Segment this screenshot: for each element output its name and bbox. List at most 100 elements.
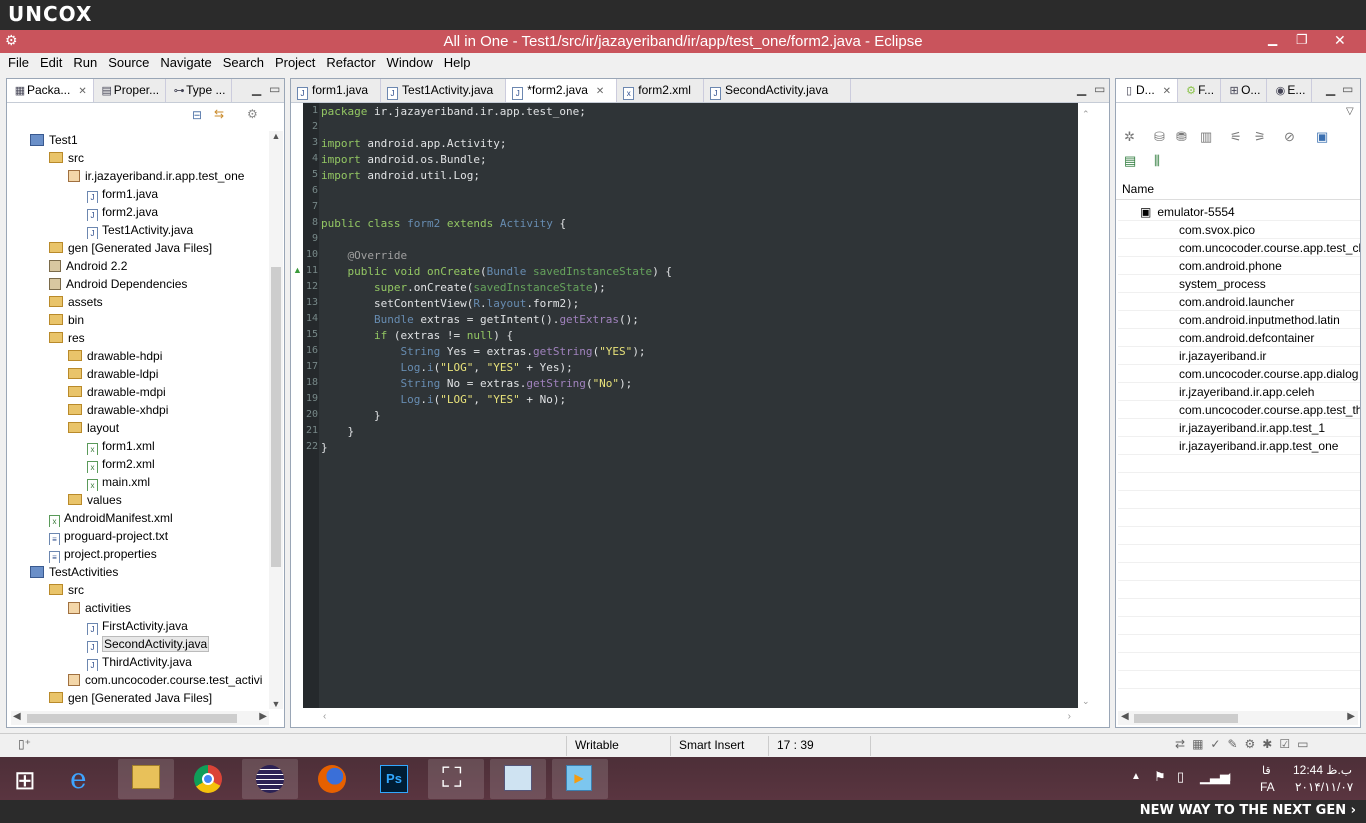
devices-hscroll-thumb[interactable] [1134,714,1238,723]
menu-search[interactable]: Search [223,53,264,70]
eclipse-taskbar-icon[interactable] [242,759,298,799]
tree-item[interactable]: src [11,149,269,167]
link-editor-icon[interactable]: ⇆ [214,107,224,121]
process-row[interactable]: ir.jazayeriband.ir [1118,347,1360,365]
stop-process-icon[interactable]: ⊘ [1284,129,1295,145]
tree-item[interactable]: drawable-hdpi [11,347,269,365]
view-menu-chevron-icon[interactable]: ▽ [1346,106,1354,117]
process-row[interactable]: com.android.phone [1118,257,1360,275]
menu-source[interactable]: Source [108,53,149,70]
menu-file[interactable]: File [8,53,29,70]
tree-item[interactable]: Jform1.java [11,185,269,203]
process-row[interactable]: com.android.defcontainer [1118,329,1360,347]
tree-item[interactable]: x AndroidManifest.xml [11,509,269,527]
editor-scroll-right[interactable]: › [1068,711,1071,722]
menu-navigate[interactable]: Navigate [160,53,211,70]
process-row[interactable]: ir.jzayeriband.ir.app.celeh [1118,383,1360,401]
tree-item[interactable]: Android Dependencies [11,275,269,293]
tab-devices[interactable]: ▯ D... ✕ [1116,79,1179,102]
devices-minimize-icon[interactable]: ▁ [1326,82,1335,96]
debug-process-icon[interactable]: ✲ [1124,129,1135,145]
android-icon[interactable]: ⚙ [1245,737,1263,751]
check-icon[interactable]: ☑ [1279,737,1297,751]
file-explorer-icon[interactable] [118,759,174,799]
maximize-button[interactable]: ❐ [1296,32,1308,48]
menu-help[interactable]: Help [444,53,471,70]
tree-item[interactable]: activities [11,599,269,617]
editor-maximize-icon[interactable]: ▭ [1094,82,1105,96]
volume-icon[interactable]: 🔈︎ [1226,768,1234,785]
editor-horizontal-scrollbar[interactable]: ‹ › [303,711,1079,725]
tree-item[interactable]: layout [11,419,269,437]
devices-scroll-left[interactable]: ◀ [1121,711,1129,722]
code-text[interactable]: package ir.jazayeriband.ir.app.test_one;… [321,104,672,456]
tab-emulator-control[interactable]: ◉ E... [1267,79,1313,102]
tree-item[interactable]: src [11,581,269,599]
clock-date[interactable]: ۲۰۱۴/۱۱/۰۷ [1295,780,1353,794]
tree-item[interactable]: ≡ proguard-project.txt [11,527,269,545]
devices-column-header[interactable]: Name [1116,179,1360,200]
tree-item[interactable]: bin [11,311,269,329]
process-row[interactable]: com.android.launcher [1118,293,1360,311]
menu-refactor[interactable]: Refactor [326,53,375,70]
tree-item[interactable]: drawable-mdpi [11,383,269,401]
update-heap-icon[interactable]: ⛁ [1154,129,1165,145]
tree-item[interactable]: Jform2.java [11,203,269,221]
language-indicator[interactable]: FA [1260,780,1275,794]
editor-scroll-up[interactable]: ⌃ [1082,109,1090,120]
process-row[interactable]: com.uncocoder.course.app.dialog [1118,365,1360,383]
tree-item[interactable]: drawable-xhdpi [11,401,269,419]
tree-item[interactable]: assets [11,293,269,311]
method-profiling-icon[interactable]: ⚞ [1254,129,1266,145]
editor-minimize-icon[interactable]: ▁ [1077,82,1086,96]
menu-window[interactable]: Window [387,53,433,70]
wizard-icon[interactable]: ✎ [1227,737,1244,751]
scroll-thumb[interactable] [271,267,281,567]
systrace-icon[interactable]: ⫼ [1154,153,1160,169]
scroll-up-arrow[interactable]: ▲ [269,131,283,141]
process-row[interactable]: ir.jazayeriband.ir.app.test_one [1118,437,1360,455]
close-tab-icon[interactable]: ✕ [78,86,86,97]
scroll-right-arrow[interactable]: ▶ [259,711,267,722]
process-row[interactable]: system_process [1118,275,1360,293]
close-button[interactable]: ✕ [1334,32,1346,49]
avd-manager-icon[interactable]: ▦ [1192,737,1210,751]
tree-item[interactable]: gen [Generated Java Files] [11,239,269,257]
devices-horizontal-scrollbar[interactable]: ◀ ▶ [1118,711,1358,725]
editor-tab[interactable]: J SecondActivity.java [704,79,852,102]
tree-item[interactable]: gen [Generated Java Files] [11,689,269,707]
process-row[interactable]: ir.jazayeriband.ir.app.test_1 [1118,419,1360,437]
scroll-left-arrow[interactable]: ◀ [13,711,21,722]
collapse-all-icon[interactable]: ⊟ [192,108,202,122]
menu-edit[interactable]: Edit [40,53,62,70]
tree-item[interactable]: x form2.xml [11,455,269,473]
tree-item[interactable]: J FirstActivity.java [11,617,269,635]
tree-item[interactable]: drawable-ldpi [11,365,269,383]
devices-maximize-icon[interactable]: ▭ [1342,82,1353,96]
close-tab-icon[interactable]: ✕ [1163,86,1171,97]
window-icon[interactable]: ▭ [1297,737,1315,751]
tab-package-explorer[interactable]: ▦ Packa... ✕ [7,79,94,102]
tree-item[interactable]: J ThirdActivity.java [11,653,269,671]
device-row[interactable]: ▣ emulator-5554 [1118,203,1360,221]
process-row[interactable]: com.android.inputmethod.latin [1118,311,1360,329]
cause-gc-icon[interactable]: ▥ [1200,129,1212,145]
devices-scroll-right[interactable]: ▶ [1347,711,1355,722]
bug-icon[interactable]: ✱ [1262,737,1279,751]
menu-project[interactable]: Project [275,53,315,70]
screen-capture-icon[interactable]: ▣ [1316,129,1328,145]
tab-properties[interactable]: ▤ Proper... [94,79,167,102]
tab-file-explorer[interactable]: ⚙ F... [1178,79,1222,102]
process-row[interactable]: com.uncocoder.course.app.test_cl [1118,239,1360,257]
tray-expand-icon[interactable]: ▲ [1131,771,1141,782]
tree-item[interactable]: ir.jazayeriband.ir.app.test_one [11,167,269,185]
menu-run[interactable]: Run [73,53,97,70]
process-row[interactable]: com.uncocoder.course.app.test_th [1118,401,1360,419]
tree-item[interactable]: Android 2.2 [11,257,269,275]
tree-item[interactable]: J SecondActivity.java [11,635,269,653]
chrome-icon[interactable] [180,759,236,799]
tree-item[interactable]: x main.xml [11,473,269,491]
tab-outline[interactable]: ⊞ O... [1221,79,1268,102]
panel-maximize-icon[interactable]: ▭ [269,82,280,96]
notepad-icon[interactable] [490,759,546,799]
